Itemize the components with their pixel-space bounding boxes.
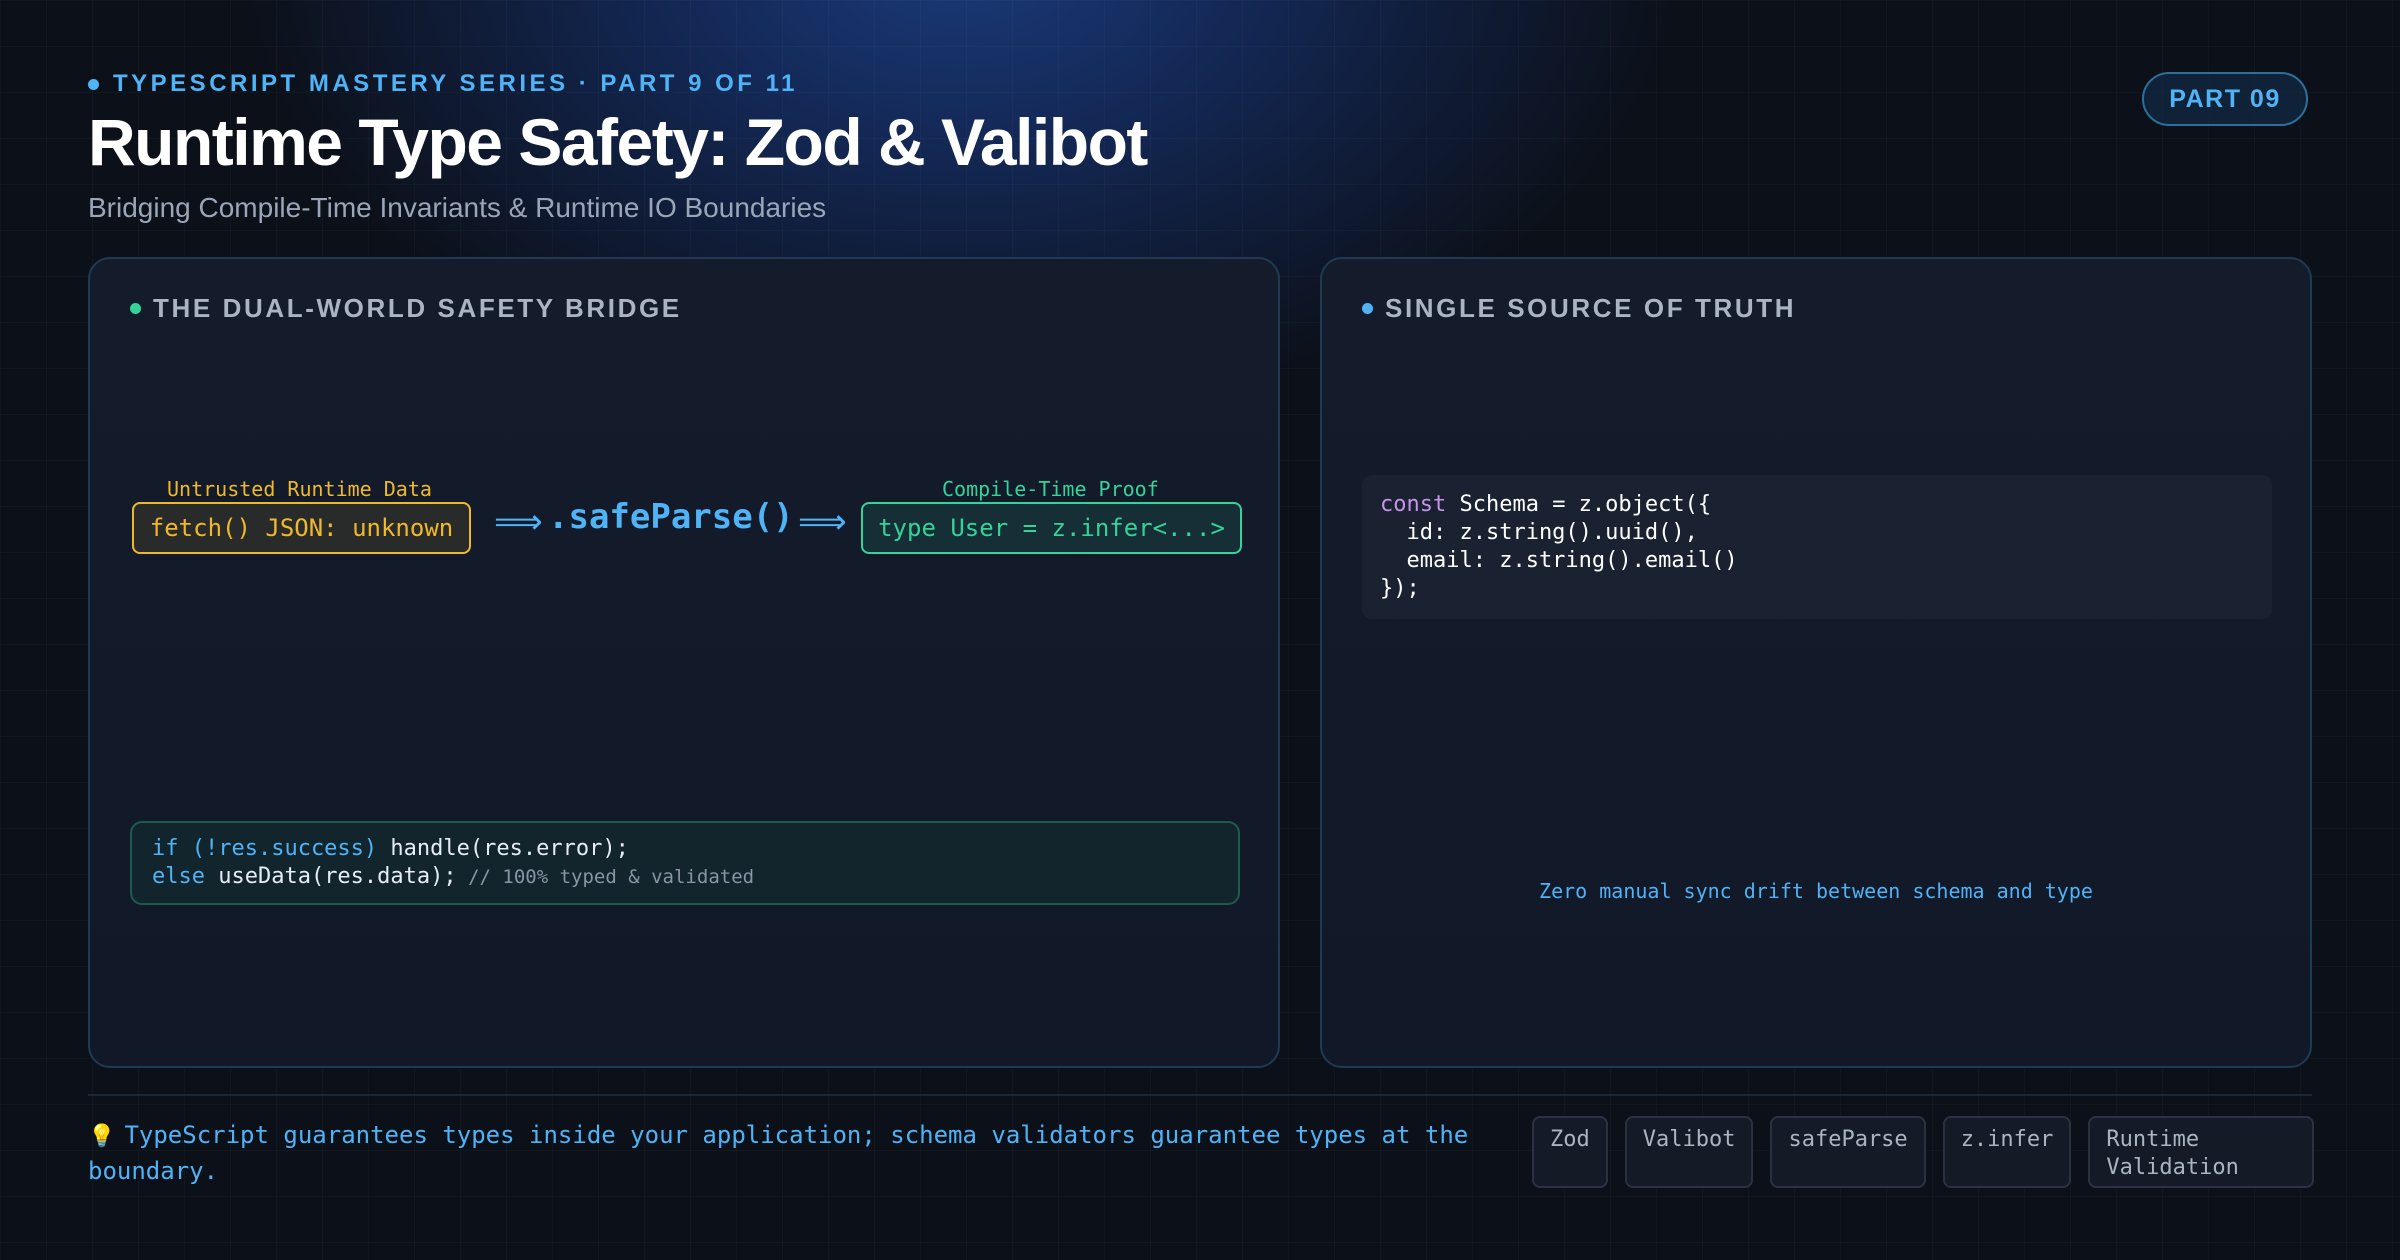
tag-list: Zod Valibot safeParse z.infer Runtime Va… — [1532, 1116, 2315, 1188]
code-text: }); — [1380, 576, 1420, 601]
right-arrow-icon: ⟹ — [798, 503, 847, 541]
footer-divider — [88, 1094, 2312, 1096]
page-subtitle: Bridging Compile-Time Invariants & Runti… — [88, 192, 827, 223]
footer-note-text: TypeScript guarantees types inside your … — [88, 1121, 1469, 1185]
sync-drift-caption: Zero manual sync drift between schema an… — [1539, 879, 2093, 903]
compile-time-caption: Compile-Time Proof — [942, 477, 1159, 501]
panel-heading-text: SINGLE SOURCE OF TRUTH — [1385, 293, 1797, 323]
tag-chip: z.infer — [1942, 1116, 2072, 1188]
code-text: id: z.string().uuid(), — [1380, 520, 1698, 545]
code-keyword: if (!res.success) — [152, 836, 378, 861]
code-text: Schema = z.object({ — [1446, 492, 1712, 517]
untrusted-data-box: fetch() JSON: unknown — [132, 502, 471, 554]
tag-chip: safeParse — [1770, 1116, 1926, 1188]
panel-heading-text: THE DUAL-WORLD SAFETY BRIDGE — [153, 293, 682, 323]
single-source-panel: SINGLE SOURCE OF TRUTH const Schema = z.… — [1320, 257, 2312, 1068]
code-text: useData(res.data); — [204, 864, 457, 889]
compile-time-box: type User = z.infer<...> — [861, 502, 1242, 554]
part-badge: PART 09 — [2142, 72, 2308, 126]
bullet-dot-icon — [1362, 303, 1373, 314]
bullet-dot-icon — [88, 78, 99, 90]
code-comment: // 100% typed & validated — [456, 866, 755, 888]
code-text: email: z.string().email() — [1380, 548, 1738, 573]
dual-world-panel: THE DUAL-WORLD SAFETY BRIDGE Untrusted R… — [88, 257, 1280, 1068]
panel-heading: SINGLE SOURCE OF TRUTH — [1362, 293, 1796, 324]
code-line: else useData(res.data); // 100% typed & … — [152, 863, 1218, 891]
right-arrow-icon: ⟹ — [494, 503, 543, 541]
result-handling-code: if (!res.success) handle(res.error); els… — [130, 821, 1240, 905]
tag-chip: Valibot — [1624, 1116, 1754, 1188]
panel-heading: THE DUAL-WORLD SAFETY BRIDGE — [130, 293, 682, 324]
footer-note: 💡 TypeScript guarantees types inside you… — [88, 1118, 1488, 1188]
tag-chip: Runtime Validation — [2088, 1116, 2315, 1188]
bullet-dot-icon — [130, 303, 141, 314]
code-line: if (!res.success) handle(res.error); — [152, 835, 1218, 863]
tag-chip: Zod — [1532, 1116, 1608, 1188]
code-text: handle(res.error); — [377, 836, 629, 861]
untrusted-caption: Untrusted Runtime Data — [167, 477, 432, 501]
eyebrow-text: TYPESCRIPT MASTERY SERIES · PART 9 OF 11 — [113, 70, 799, 97]
code-keyword: const — [1380, 492, 1447, 517]
schema-code-block: const Schema = z.object({ id: z.string()… — [1362, 475, 2272, 619]
lightbulb-icon: 💡 — [88, 1124, 116, 1149]
code-keyword: else — [152, 864, 205, 889]
series-eyebrow: TYPESCRIPT MASTERY SERIES · PART 9 OF 11 — [88, 70, 798, 98]
safeparse-label: .safeParse() — [548, 497, 794, 537]
page-title: Runtime Type Safety: Zod & Valibot — [88, 105, 1148, 179]
